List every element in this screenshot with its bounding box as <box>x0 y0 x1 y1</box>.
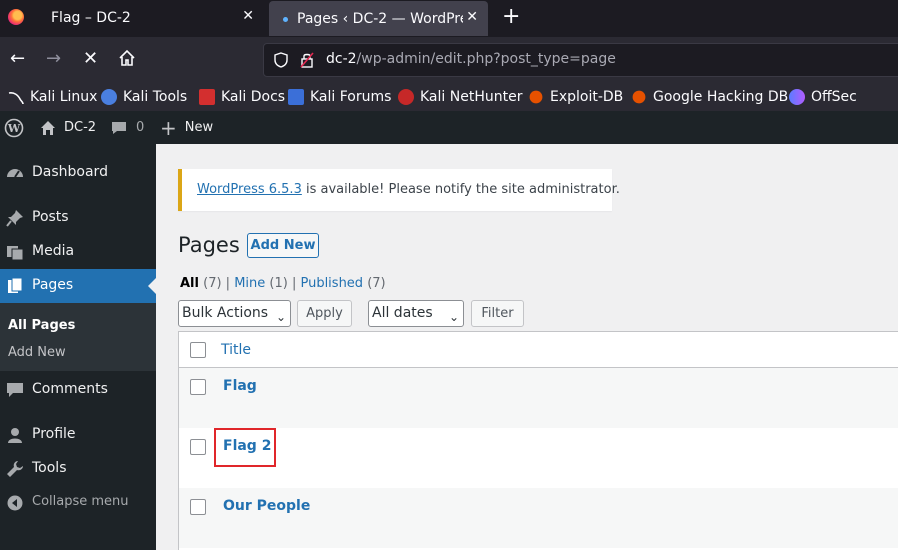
pages-submenu: All Pages Add New <box>0 303 156 371</box>
pin-icon <box>6 210 23 227</box>
status-filter-links: All (7) | Mine (1) | Published (7) <box>180 276 386 291</box>
sidebar-item-comments[interactable]: Comments <box>0 373 156 407</box>
sidebar-item-media[interactable]: Media <box>0 235 156 269</box>
browser-tab-pages[interactable]: Pages ‹ DC-2 — WordPress ✕ <box>269 1 488 36</box>
pages-icon <box>8 277 23 293</box>
kali-forums-icon <box>288 89 304 105</box>
chevron-down-icon: ⌄ <box>275 310 286 324</box>
page-title-link[interactable]: Flag 2 <box>223 438 271 454</box>
bookmarks-bar: Kali Linux Kali Tools Kali Docs Kali For… <box>0 83 898 111</box>
browser-tab-bar: Flag – DC-2 ✕ Pages ‹ DC-2 — WordPress ✕… <box>0 0 898 37</box>
browser-nav-bar: ← → ✕ dc-2/wp-admin/edit.php?post_type=p… <box>0 37 898 83</box>
filter-published[interactable]: Published <box>300 276 363 291</box>
kali-dragon-icon <box>8 89 24 105</box>
insecure-lock-icon[interactable] <box>300 52 314 68</box>
comment-bubble-icon <box>112 121 126 134</box>
new-tab-icon[interactable]: + <box>502 6 520 28</box>
bulk-actions-select[interactable]: Bulk Actions ⌄ <box>178 300 291 327</box>
home-icon <box>41 120 55 135</box>
address-bar[interactable]: dc-2/wp-admin/edit.php?post_type=page <box>263 43 898 77</box>
ghdb-icon <box>632 90 646 104</box>
apply-button[interactable]: Apply <box>297 300 352 327</box>
page-title-link[interactable]: Flag <box>223 378 257 394</box>
sidebar-item-pages[interactable]: Pages <box>0 269 156 303</box>
admin-bar-site[interactable]: DC-2 <box>40 111 96 144</box>
shield-icon[interactable] <box>274 52 288 68</box>
page-title-link[interactable]: Our People <box>223 498 310 514</box>
comment-icon <box>7 383 23 397</box>
wordpress-logo-icon[interactable]: W <box>4 111 24 144</box>
update-notice: WordPress 6.5.3 is available! Please not… <box>178 169 620 211</box>
submenu-add-new[interactable]: Add New <box>8 345 66 360</box>
sidebar-item-posts[interactable]: Posts <box>0 201 156 235</box>
home-icon[interactable] <box>118 49 136 72</box>
filter-all[interactable]: All <box>180 276 199 291</box>
browser-tab-flag[interactable]: Flag – DC-2 ✕ <box>0 0 264 37</box>
filter-button[interactable]: Filter <box>471 300 524 327</box>
table-row: Flag 2 <box>179 428 898 488</box>
filter-mine[interactable]: Mine <box>234 276 265 291</box>
tab-title: Pages ‹ DC-2 — WordPress <box>297 11 463 27</box>
collapse-icon <box>7 495 23 511</box>
bookmark-kali-docs[interactable]: Kali Docs <box>199 87 285 107</box>
bookmark-kali-linux[interactable]: Kali Linux <box>8 87 97 107</box>
sidebar-item-profile[interactable]: Profile <box>0 418 156 452</box>
tab-title: Flag – DC-2 <box>51 10 131 26</box>
bookmark-kali-forums[interactable]: Kali Forums <box>288 87 391 107</box>
submenu-all-pages[interactable]: All Pages <box>8 318 75 333</box>
dates-filter-select[interactable]: All dates ⌄ <box>368 300 464 327</box>
chevron-down-icon: ⌄ <box>448 310 459 324</box>
stop-loading-icon[interactable]: ✕ <box>83 49 98 69</box>
bookmark-exploit-db[interactable]: Exploit-DB <box>528 87 623 107</box>
loading-indicator-icon <box>283 17 288 22</box>
kali-tools-icon <box>101 89 117 105</box>
sidebar-item-tools[interactable]: Tools <box>0 452 156 486</box>
bookmark-kali-nethunter[interactable]: Kali NetHunter <box>398 87 522 107</box>
bookmark-google-hacking-db[interactable]: Google Hacking DB <box>631 87 788 107</box>
firefox-icon <box>8 9 24 25</box>
table-row: Flag <box>179 368 898 428</box>
row-checkbox[interactable] <box>190 379 206 395</box>
offsec-icon <box>789 89 805 105</box>
close-tab-icon[interactable]: ✕ <box>466 9 478 25</box>
row-checkbox[interactable] <box>190 439 206 455</box>
pages-table: Title Flag Flag 2 Our People <box>178 331 898 550</box>
table-header: Title <box>179 332 898 368</box>
wrench-icon <box>7 461 23 477</box>
url-text: dc-2/wp-admin/edit.php?post_type=page <box>326 51 616 67</box>
select-all-checkbox[interactable] <box>190 342 206 358</box>
admin-bar-comments[interactable]: 0 <box>111 111 144 144</box>
update-link[interactable]: WordPress 6.5.3 <box>197 182 302 197</box>
sidebar-item-dashboard[interactable]: Dashboard <box>0 156 156 190</box>
nethunter-icon <box>398 89 414 105</box>
svg-text:W: W <box>7 122 21 135</box>
sidebar-collapse-menu[interactable]: Collapse menu <box>0 486 156 520</box>
exploit-db-icon <box>529 90 543 104</box>
back-arrow-icon[interactable]: ← <box>10 49 25 69</box>
close-tab-icon[interactable]: ✕ <box>242 8 254 24</box>
row-checkbox[interactable] <box>190 499 206 515</box>
plus-icon: + <box>160 115 177 140</box>
add-new-page-button[interactable]: Add New <box>247 233 319 258</box>
column-title-header[interactable]: Title <box>221 342 251 358</box>
admin-sidebar: Dashboard Posts Media Pages All Pages Ad… <box>0 144 156 550</box>
user-icon <box>8 428 22 443</box>
bookmark-offsec[interactable]: OffSec <box>789 87 857 107</box>
table-row: Our People <box>179 488 898 548</box>
forward-arrow-icon[interactable]: → <box>46 49 61 69</box>
media-icon <box>7 246 24 261</box>
kali-docs-icon <box>199 89 215 105</box>
dashboard-icon <box>7 169 23 178</box>
page-title: Pages <box>178 233 240 257</box>
wp-admin-bar: W DC-2 0 + New <box>0 111 898 144</box>
notice-text: is available! Please notify the site adm… <box>301 182 620 197</box>
admin-bar-new[interactable]: + New <box>160 111 213 144</box>
bookmark-kali-tools[interactable]: Kali Tools <box>101 87 187 107</box>
